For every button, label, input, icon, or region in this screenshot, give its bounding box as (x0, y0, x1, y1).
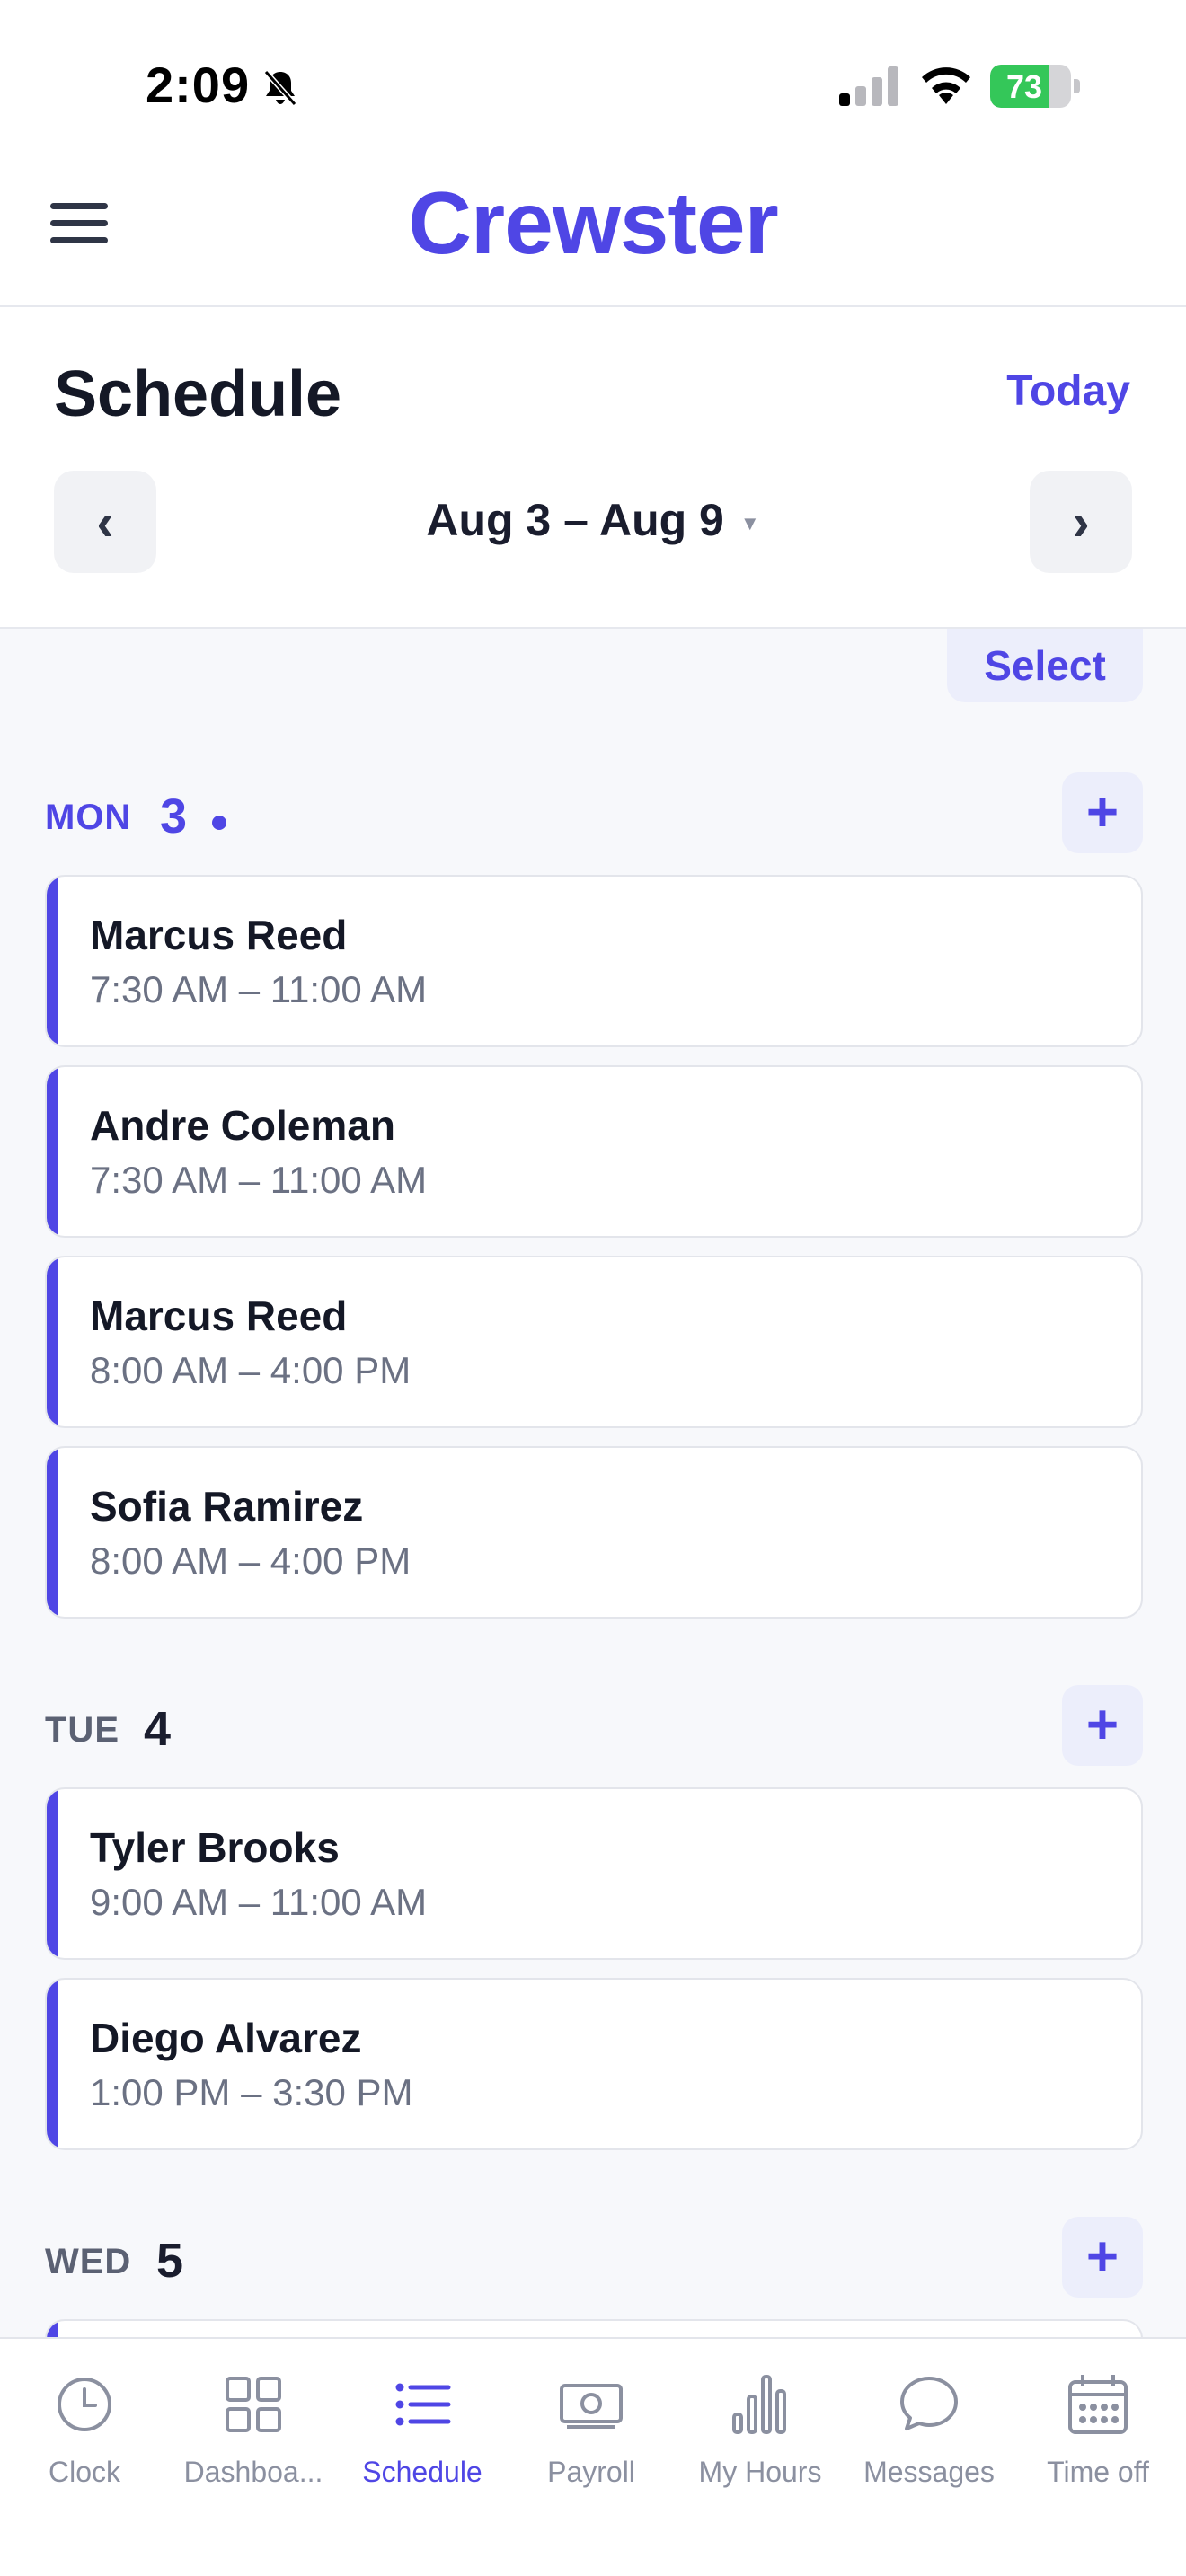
status-time: 2:09 (146, 57, 251, 113)
shift-employee-name: Sofia Ramirez (90, 1483, 364, 1530)
clock-icon (58, 2378, 111, 2431)
shift-accent-bar (47, 1257, 58, 1426)
tab-label: Clock (48, 2456, 120, 2488)
shift-card[interactable]: Diego Alvarez 1:00 PM – 3:30 PM (45, 1978, 1143, 2150)
bell-muted-icon (263, 70, 297, 106)
day-weekday: WED (45, 2242, 132, 2281)
tab-clock[interactable]: Clock (0, 2371, 169, 2489)
shift-time: 9:00 AM – 11:00 AM (90, 1881, 428, 1923)
day-header-wed: WED 5 + (45, 2217, 1143, 2298)
shift-card[interactable]: Marcus Reed 7:30 AM – 11:00 AM (45, 875, 1143, 1047)
tab-time-off[interactable]: Time off (1013, 2371, 1182, 2489)
chat-bubble-icon (900, 2377, 958, 2430)
day-number: 4 (144, 1702, 172, 1756)
tab-messages[interactable]: Messages (845, 2371, 1013, 2489)
tab-my-hours[interactable]: My Hours (676, 2371, 845, 2489)
page-title: Schedule (54, 358, 342, 430)
shift-employee-name: Marcus Reed (90, 912, 348, 958)
shift-time: 8:00 AM – 4:00 PM (90, 1349, 412, 1391)
add-shift-button[interactable]: + (1062, 1685, 1143, 1766)
tab-label: Dashboa... (183, 2456, 323, 2488)
day-header-mon: MON 3 + (45, 772, 1143, 853)
shift-card[interactable]: Sofia Ramirez 8:00 AM – 4:00 PM (45, 1446, 1143, 1619)
battery-cap (1074, 79, 1080, 93)
bottom-tab-bar: Clock Dashboa... Schedule Payroll My Hou… (0, 2337, 1186, 2576)
week-range-label: Aug 3 – Aug 9 (426, 495, 724, 545)
today-indicator-dot (212, 816, 226, 830)
app-screen: 2:09 73 Crewster Schedule Today ‹ Aug 3 … (0, 0, 1186, 2576)
cellular-signal-icon (839, 66, 898, 106)
day-header-tue: TUE 4 + (45, 1685, 1143, 1766)
select-button[interactable]: Select (947, 629, 1143, 702)
tab-payroll[interactable]: Payroll (507, 2371, 676, 2489)
shift-accent-bar (47, 1067, 58, 1236)
next-week-button[interactable]: › (1030, 471, 1132, 573)
money-bill-icon (560, 2384, 623, 2429)
calendar-icon (1068, 2375, 1128, 2434)
shift-accent-bar (47, 877, 58, 1045)
tab-schedule[interactable]: Schedule (338, 2371, 507, 2489)
shift-card[interactable]: Andre Coleman 7:30 AM – 11:00 AM (45, 1065, 1143, 1238)
shift-time: 7:30 AM – 11:00 AM (90, 1159, 428, 1201)
shift-accent-bar (47, 1789, 58, 1958)
shift-accent-bar (47, 1980, 58, 2148)
shift-card[interactable]: Tyler Brooks 9:00 AM – 11:00 AM (45, 1787, 1143, 1960)
week-range-picker[interactable]: Aug 3 – Aug 9 ▼ (0, 494, 1186, 546)
day-weekday: MON (45, 798, 132, 837)
schedule-header: Schedule Today ‹ Aug 3 – Aug 9 ▼ › (0, 307, 1186, 629)
list-icon (395, 2383, 451, 2426)
tab-label: Payroll (547, 2456, 635, 2488)
battery-body: 73 (990, 65, 1071, 108)
shift-card[interactable]: Marcus Reed 8:00 AM – 4:00 PM (45, 1256, 1143, 1428)
chevron-right-icon: › (1072, 492, 1090, 551)
shift-employee-name: Marcus Reed (90, 1292, 348, 1339)
app-header: Crewster (0, 153, 1186, 307)
bar-chart-icon (732, 2375, 786, 2434)
add-shift-button[interactable]: + (1062, 772, 1143, 853)
shift-employee-name: Andre Coleman (90, 1102, 395, 1149)
tab-dashboard[interactable]: Dashboa... (169, 2371, 338, 2489)
day-number: 5 (156, 2234, 184, 2288)
brand-title: Crewster (408, 173, 778, 272)
shift-time: 7:30 AM – 11:00 AM (90, 968, 428, 1010)
battery-percent: 73 (1005, 68, 1043, 105)
wifi-icon (922, 67, 970, 104)
add-shift-button[interactable]: + (1062, 2217, 1143, 2298)
dashboard-grid-icon (226, 2377, 281, 2432)
day-weekday: TUE (45, 1710, 119, 1750)
caret-down-icon: ▼ (739, 511, 760, 534)
shift-employee-name: Tyler Brooks (90, 1824, 340, 1871)
today-button[interactable]: Today (1006, 366, 1130, 416)
day-number: 3 (160, 790, 188, 843)
shift-employee-name: Diego Alvarez (90, 2015, 362, 2061)
tab-label: Schedule (362, 2456, 482, 2488)
tab-label: My Hours (698, 2456, 822, 2488)
status-bar: 2:09 73 (0, 0, 1186, 153)
shift-accent-bar (47, 1448, 58, 1617)
shift-time: 1:00 PM – 3:30 PM (90, 2071, 413, 2113)
tab-label: Time off (1047, 2456, 1149, 2488)
tab-label: Messages (863, 2456, 995, 2488)
battery-indicator: 73 (990, 65, 1080, 108)
shift-time: 8:00 AM – 4:00 PM (90, 1539, 412, 1582)
